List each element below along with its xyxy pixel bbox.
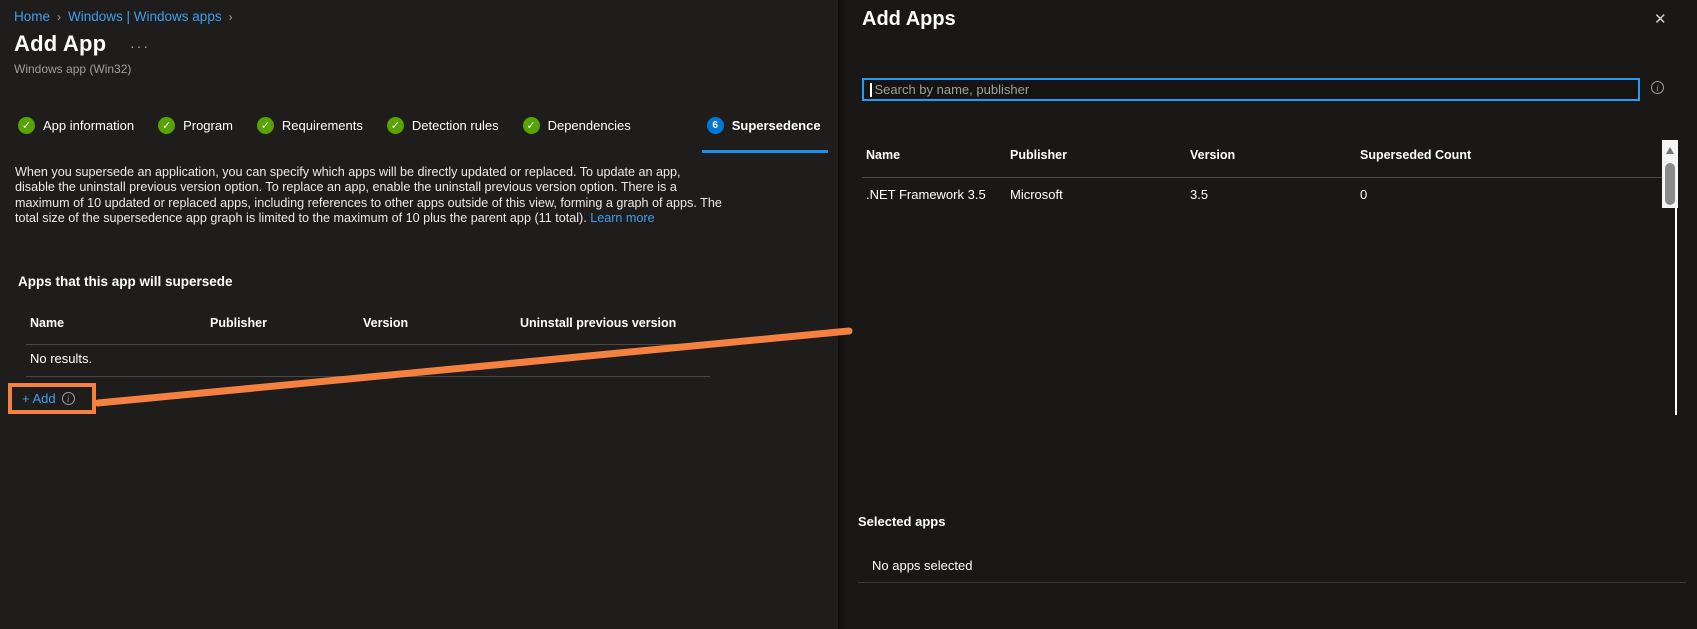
table-row[interactable]: .NET Framework 3.5 Microsoft 3.5 0 — [838, 187, 1658, 205]
context-menu-ellipsis-icon[interactable]: ··· — [130, 38, 150, 54]
no-apps-selected-text: No apps selected — [872, 558, 973, 573]
column-header-publisher: Publisher — [210, 316, 267, 330]
cell-name: .NET Framework 3.5 — [866, 187, 986, 202]
breadcrumb-separator: › — [57, 9, 62, 24]
wizard-step-detection-rules[interactable]: ✓ Detection rules — [386, 117, 499, 134]
active-tab-underline — [702, 150, 828, 153]
main-blade: Home › Windows | Windows apps › Add App … — [0, 0, 838, 629]
table-divider — [26, 344, 710, 345]
column-header-uninstall-previous-version: Uninstall previous version — [520, 316, 677, 330]
supersedence-description: When you supersede an application, you c… — [15, 165, 722, 227]
step-complete-check-icon: ✓ — [158, 117, 176, 134]
learn-more-link[interactable]: Learn more — [590, 211, 654, 225]
search-input[interactable] — [871, 82, 1638, 97]
scrollbar-track-line — [1675, 208, 1677, 415]
add-button[interactable]: + Add — [22, 391, 56, 406]
breadcrumb-home-link[interactable]: Home — [14, 9, 50, 24]
step-label: App information — [43, 118, 135, 133]
wizard-step-program[interactable]: ✓ Program — [158, 117, 233, 134]
selected-apps-heading: Selected apps — [858, 514, 946, 529]
apps-table-header: Name Publisher Version Superseded Count — [838, 148, 1697, 166]
step-complete-check-icon: ✓ — [386, 117, 404, 134]
column-header-publisher: Publisher — [1010, 148, 1067, 162]
step-label: Program — [183, 118, 233, 133]
step-label: Requirements — [281, 118, 363, 133]
wizard-step-app-information[interactable]: ✓ App information — [18, 117, 134, 134]
step-label: Supersedence — [731, 118, 821, 133]
step-complete-check-icon: ✓ — [522, 117, 540, 134]
section-divider — [858, 582, 1686, 583]
search-box — [862, 78, 1640, 101]
step-number-icon: 6 — [706, 117, 724, 134]
wizard-steps: ✓ App information ✓ Program ✓ Requiremen… — [18, 117, 821, 134]
breadcrumb: Home › Windows | Windows apps › — [14, 9, 240, 24]
scrollbar-up-arrow-icon[interactable] — [1666, 147, 1674, 154]
close-icon[interactable]: ✕ — [1654, 10, 1667, 28]
column-header-name: Name — [30, 316, 65, 330]
wizard-step-supersedence[interactable]: 6 Supersedence — [706, 117, 821, 134]
column-header-version: Version — [1190, 148, 1236, 162]
search-info-icon[interactable]: i — [1651, 81, 1664, 94]
supersede-section-heading: Apps that this app will supersede — [18, 274, 233, 289]
cell-superseded-count: 0 — [1360, 187, 1368, 202]
page-title: Add App — [14, 31, 107, 56]
cell-version: 3.5 — [1190, 187, 1209, 202]
wizard-step-dependencies[interactable]: ✓ Dependencies — [522, 117, 631, 134]
annotation-highlight-box: + Add i — [8, 383, 96, 414]
column-header-version: Version — [363, 316, 409, 330]
breadcrumb-separator: › — [228, 9, 233, 24]
page-subtitle: Windows app (Win32) — [14, 62, 132, 76]
panel-scrollbar[interactable] — [1662, 140, 1678, 208]
add-apps-panel: Add Apps ✕ i Name Publisher Version Supe… — [838, 0, 1697, 629]
column-header-superseded-count: Superseded Count — [1360, 148, 1472, 162]
info-icon[interactable]: i — [61, 392, 75, 405]
table-divider — [26, 376, 710, 377]
scrollbar-thumb[interactable] — [1665, 163, 1675, 205]
breadcrumb-windows-apps-link[interactable]: Windows | Windows apps — [68, 9, 222, 24]
table-divider — [862, 177, 1662, 178]
wizard-step-requirements[interactable]: ✓ Requirements — [256, 117, 363, 134]
column-header-name: Name — [866, 148, 901, 162]
empty-table-text: No results. — [30, 351, 93, 366]
step-label: Detection rules — [411, 118, 499, 133]
cell-publisher: Microsoft — [1010, 187, 1063, 202]
step-complete-check-icon: ✓ — [256, 117, 274, 134]
panel-title: Add Apps — [862, 8, 956, 30]
step-complete-check-icon: ✓ — [18, 117, 35, 134]
supersede-table-header: Name Publisher Version Uninstall previou… — [26, 316, 716, 334]
step-label: Dependencies — [547, 118, 631, 133]
